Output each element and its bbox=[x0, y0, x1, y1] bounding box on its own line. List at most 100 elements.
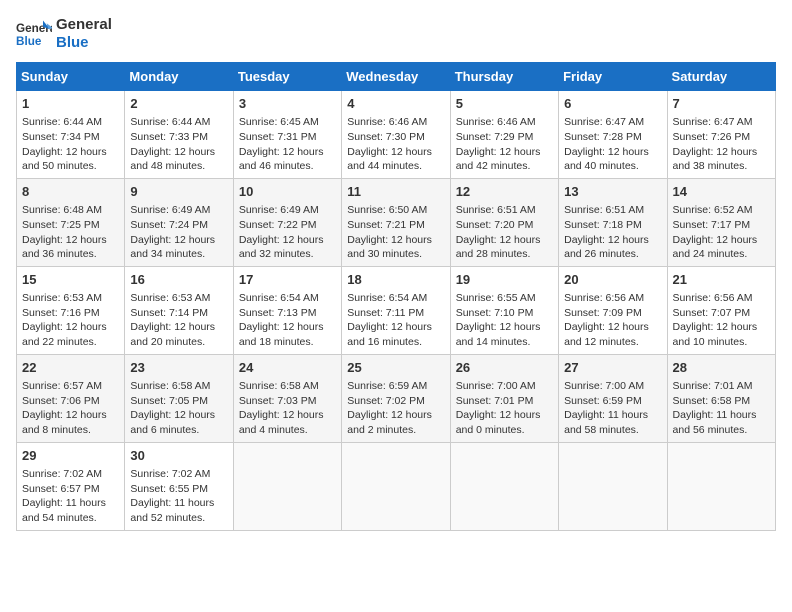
sunset: Sunset: 7:06 PM bbox=[22, 395, 100, 407]
day-number: 8 bbox=[22, 183, 119, 201]
daylight: Daylight: 12 hours and 16 minutes. bbox=[347, 321, 432, 348]
daylight: Daylight: 12 hours and 40 minutes. bbox=[564, 146, 649, 173]
daylight: Daylight: 12 hours and 44 minutes. bbox=[347, 146, 432, 173]
col-tuesday: Tuesday bbox=[233, 63, 341, 91]
daylight: Daylight: 12 hours and 20 minutes. bbox=[130, 321, 215, 348]
calendar-row: 1Sunrise: 6:44 AMSunset: 7:34 PMDaylight… bbox=[17, 91, 776, 179]
calendar-cell bbox=[667, 442, 775, 530]
sunset: Sunset: 7:01 PM bbox=[456, 395, 534, 407]
sunset: Sunset: 7:34 PM bbox=[22, 131, 100, 143]
sunrise: Sunrise: 6:53 AM bbox=[22, 292, 102, 304]
sunset: Sunset: 6:59 PM bbox=[564, 395, 642, 407]
sunrise: Sunrise: 6:56 AM bbox=[564, 292, 644, 304]
col-thursday: Thursday bbox=[450, 63, 558, 91]
page-header: General Blue General Blue bbox=[16, 16, 776, 52]
sunrise: Sunrise: 6:54 AM bbox=[347, 292, 427, 304]
daylight: Daylight: 12 hours and 8 minutes. bbox=[22, 409, 107, 436]
calendar-cell bbox=[233, 442, 341, 530]
sunset: Sunset: 6:58 PM bbox=[673, 395, 751, 407]
day-number: 2 bbox=[130, 95, 227, 113]
sunrise: Sunrise: 6:56 AM bbox=[673, 292, 753, 304]
calendar-cell: 25Sunrise: 6:59 AMSunset: 7:02 PMDayligh… bbox=[342, 354, 450, 442]
sunset: Sunset: 7:02 PM bbox=[347, 395, 425, 407]
calendar-table: Sunday Monday Tuesday Wednesday Thursday… bbox=[16, 62, 776, 531]
sunrise: Sunrise: 6:54 AM bbox=[239, 292, 319, 304]
sunset: Sunset: 7:21 PM bbox=[347, 219, 425, 231]
day-number: 6 bbox=[564, 95, 661, 113]
daylight: Daylight: 12 hours and 50 minutes. bbox=[22, 146, 107, 173]
daylight: Daylight: 12 hours and 2 minutes. bbox=[347, 409, 432, 436]
calendar-cell: 20Sunrise: 6:56 AMSunset: 7:09 PMDayligh… bbox=[559, 266, 667, 354]
calendar-cell: 24Sunrise: 6:58 AMSunset: 7:03 PMDayligh… bbox=[233, 354, 341, 442]
calendar-cell: 14Sunrise: 6:52 AMSunset: 7:17 PMDayligh… bbox=[667, 178, 775, 266]
calendar-cell: 4 Sunrise: 6:46 AM Sunset: 7:30 PM Daylight… bbox=[342, 91, 450, 179]
day-number: 20 bbox=[564, 271, 661, 289]
day-number: 21 bbox=[673, 271, 770, 289]
logo: General Blue General Blue bbox=[16, 16, 112, 52]
day-number: 26 bbox=[456, 359, 553, 377]
sunrise: Sunrise: 6:52 AM bbox=[673, 204, 753, 216]
col-friday: Friday bbox=[559, 63, 667, 91]
sunset: Sunset: 7:09 PM bbox=[564, 307, 642, 319]
sunrise: Sunrise: 7:02 AM bbox=[22, 468, 102, 480]
sunset: Sunset: 7:24 PM bbox=[130, 219, 208, 231]
col-monday: Monday bbox=[125, 63, 233, 91]
day-number: 3 bbox=[239, 95, 336, 113]
daylight: Daylight: 11 hours and 54 minutes. bbox=[22, 497, 106, 524]
sunset: Sunset: 7:07 PM bbox=[673, 307, 751, 319]
sunrise: Sunrise: 6:49 AM bbox=[239, 204, 319, 216]
daylight: Daylight: 12 hours and 36 minutes. bbox=[22, 234, 107, 261]
day-number: 10 bbox=[239, 183, 336, 201]
day-number: 7 bbox=[673, 95, 770, 113]
sunset: Sunset: 7:11 PM bbox=[347, 307, 424, 319]
calendar-cell: 1Sunrise: 6:44 AMSunset: 7:34 PMDaylight… bbox=[17, 91, 125, 179]
daylight: Daylight: 11 hours and 58 minutes. bbox=[564, 409, 648, 436]
daylight: Daylight: 12 hours and 42 minutes. bbox=[456, 146, 541, 173]
daylight: Daylight: 12 hours and 38 minutes. bbox=[673, 146, 758, 173]
calendar-cell: 9Sunrise: 6:49 AMSunset: 7:24 PMDaylight… bbox=[125, 178, 233, 266]
calendar-cell bbox=[342, 442, 450, 530]
sunset: Sunset: 7:18 PM bbox=[564, 219, 642, 231]
sunrise: Sunrise: 7:01 AM bbox=[673, 380, 753, 392]
sunrise: Sunrise: 6:58 AM bbox=[130, 380, 210, 392]
calendar-cell: 23 Sunrise: 6:58 AM Sunset: 7:05 PM Dayligh… bbox=[125, 354, 233, 442]
sunrise: Sunrise: 6:45 AM bbox=[239, 116, 319, 128]
sunset: Sunset: 7:30 PM bbox=[347, 131, 425, 143]
sunset: Sunset: 7:05 PM bbox=[130, 395, 208, 407]
daylight: Daylight: 12 hours and 28 minutes. bbox=[456, 234, 541, 261]
sunrise: Sunrise: 6:55 AM bbox=[456, 292, 536, 304]
daylight: Daylight: 12 hours and 34 minutes. bbox=[130, 234, 215, 261]
calendar-cell: 18Sunrise: 6:54 AMSunset: 7:11 PMDayligh… bbox=[342, 266, 450, 354]
col-sunday: Sunday bbox=[17, 63, 125, 91]
day-number: 4 bbox=[347, 95, 444, 113]
sunset: Sunset: 7:26 PM bbox=[673, 131, 751, 143]
sunset: Sunset: 7:20 PM bbox=[456, 219, 534, 231]
calendar-cell: 12Sunrise: 6:51 AMSunset: 7:20 PMDayligh… bbox=[450, 178, 558, 266]
calendar-cell bbox=[450, 442, 558, 530]
calendar-cell: 27Sunrise: 7:00 AMSunset: 6:59 PMDayligh… bbox=[559, 354, 667, 442]
calendar-row: 15Sunrise: 6:53 AMSunset: 7:16 PMDayligh… bbox=[17, 266, 776, 354]
sunset: Sunset: 7:13 PM bbox=[239, 307, 317, 319]
day-number: 23 bbox=[130, 359, 227, 377]
day-number: 25 bbox=[347, 359, 444, 377]
calendar-row: 8Sunrise: 6:48 AMSunset: 7:25 PMDaylight… bbox=[17, 178, 776, 266]
svg-text:Blue: Blue bbox=[16, 35, 42, 48]
sunrise: Sunrise: 6:46 AM bbox=[347, 116, 427, 128]
sunrise: Sunrise: 6:53 AM bbox=[130, 292, 210, 304]
day-number: 17 bbox=[239, 271, 336, 289]
sunrise: Sunrise: 6:58 AM bbox=[239, 380, 319, 392]
sunset: Sunset: 7:31 PM bbox=[239, 131, 317, 143]
sunset: Sunset: 7:17 PM bbox=[673, 219, 751, 231]
calendar-cell: 29Sunrise: 7:02 AMSunset: 6:57 PMDayligh… bbox=[17, 442, 125, 530]
daylight: Daylight: 12 hours and 6 minutes. bbox=[130, 409, 215, 436]
calendar-cell: 2Sunrise: 6:44 AMSunset: 7:33 PMDaylight… bbox=[125, 91, 233, 179]
sunset: Sunset: 7:16 PM bbox=[22, 307, 100, 319]
day-number: 27 bbox=[564, 359, 661, 377]
sunrise: Sunrise: 6:50 AM bbox=[347, 204, 427, 216]
sunset: Sunset: 7:22 PM bbox=[239, 219, 317, 231]
daylight: Daylight: 12 hours and 30 minutes. bbox=[347, 234, 432, 261]
daylight: Daylight: 12 hours and 22 minutes. bbox=[22, 321, 107, 348]
day-number: 11 bbox=[347, 183, 444, 201]
calendar-cell: 5Sunrise: 6:46 AMSunset: 7:29 PMDaylight… bbox=[450, 91, 558, 179]
daylight: Daylight: 12 hours and 48 minutes. bbox=[130, 146, 215, 173]
